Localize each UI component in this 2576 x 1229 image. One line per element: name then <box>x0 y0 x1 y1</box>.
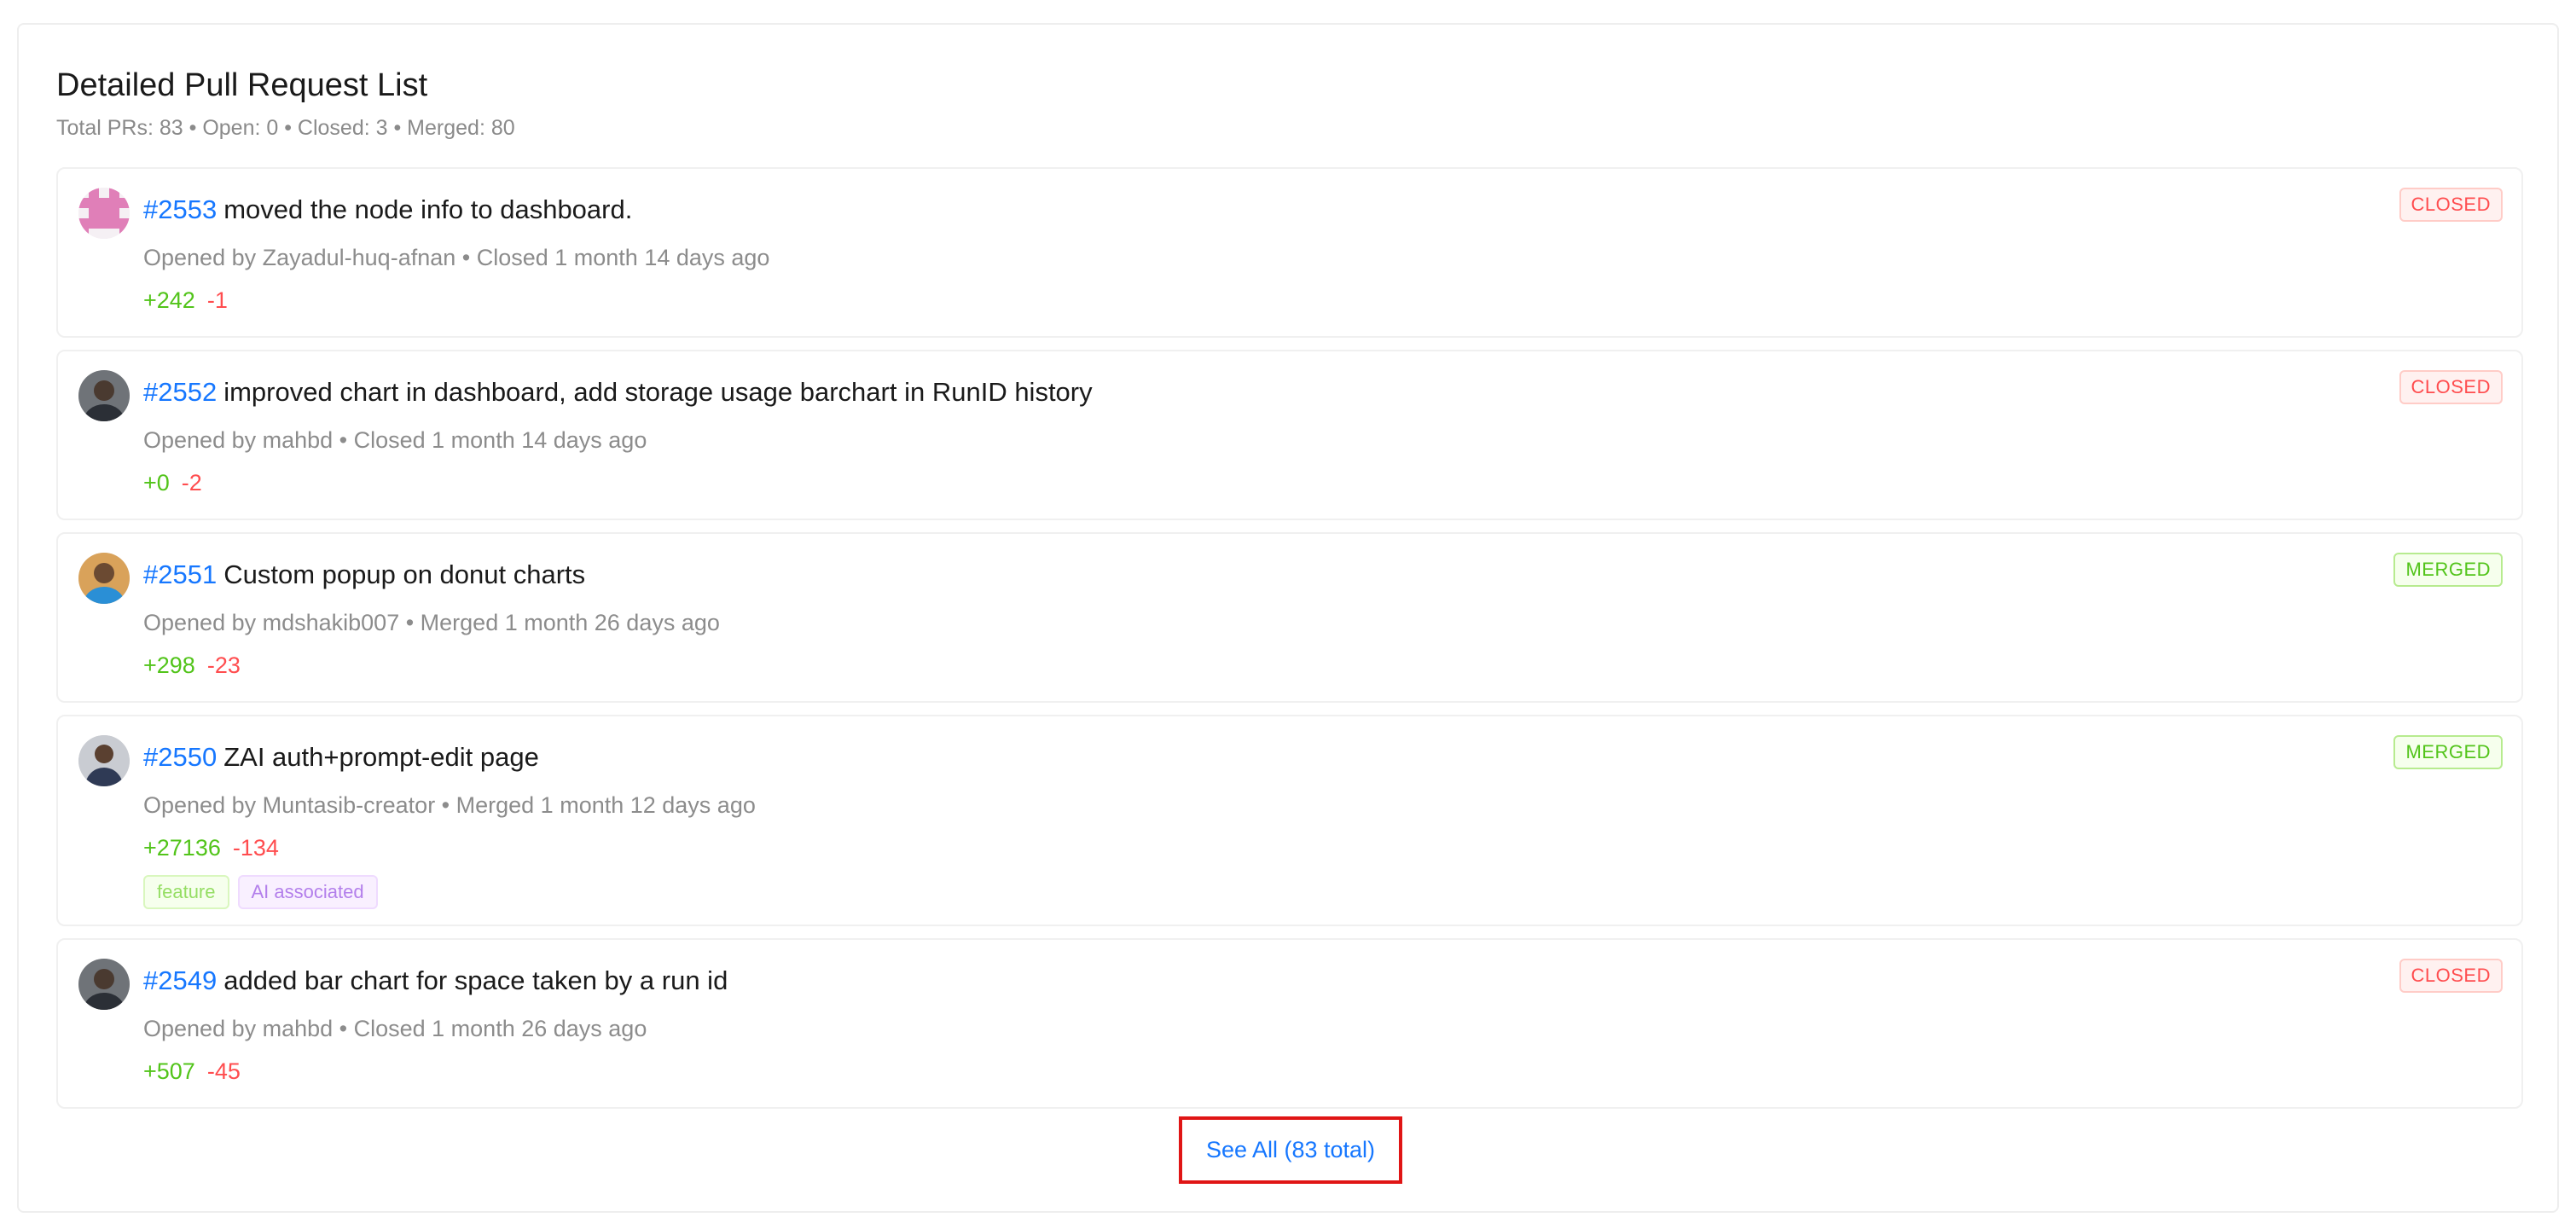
tag-ai-associated[interactable]: AI associated <box>237 875 378 909</box>
user-photo-icon <box>78 553 130 604</box>
pr-summary: Total PRs: 83 • Open: 0 • Closed: 3 • Me… <box>56 116 515 140</box>
pr-heading: #2552 improved chart in dashboard, add st… <box>143 374 1093 411</box>
user-photo-icon <box>78 735 130 786</box>
pr-card: #2551 Custom popup on donut charts Opened… <box>56 532 2523 703</box>
user-photo-icon <box>78 370 130 421</box>
avatar <box>78 735 130 786</box>
see-all-button[interactable]: See All (83 total) <box>1179 1116 1402 1184</box>
pr-tags: feature AI associated <box>143 875 378 909</box>
pr-heading: #2549 added bar chart for space taken by … <box>143 962 728 1000</box>
pr-meta: Opened by mahbd • Closed 1 month 26 days… <box>143 1016 647 1041</box>
avatar <box>78 188 130 239</box>
pr-title-link[interactable]: Custom popup on donut charts <box>223 559 585 589</box>
avatar <box>78 959 130 1010</box>
pr-card: #2549 added bar chart for space taken by … <box>56 938 2523 1109</box>
deletions-count: -23 <box>206 652 241 678</box>
page-title: Detailed Pull Request List <box>56 67 428 103</box>
status-badge: CLOSED <box>2399 959 2503 993</box>
pr-number-link[interactable]: #2550 <box>143 742 217 772</box>
pr-number-link[interactable]: #2553 <box>143 194 217 224</box>
additions-count: +27136 <box>143 835 221 861</box>
pr-title-link[interactable]: ZAI auth+prompt-edit page <box>223 742 539 772</box>
pr-number-link[interactable]: #2552 <box>143 377 217 407</box>
pr-card: #2550 ZAI auth+prompt-edit page Opened by… <box>56 715 2523 926</box>
pr-title-link[interactable]: improved chart in dashboard, add storage… <box>223 377 1092 407</box>
pr-meta: Opened by Zayadul-huq-afnan • Closed 1 m… <box>143 245 770 270</box>
avatar <box>78 370 130 421</box>
pr-title-link[interactable]: added bar chart for space taken by a run… <box>223 965 728 995</box>
avatar <box>78 553 130 604</box>
additions-count: +298 <box>143 652 195 678</box>
pr-heading: #2550 ZAI auth+prompt-edit page <box>143 739 539 776</box>
pr-diff-stats: +298 -23 <box>143 650 241 681</box>
pr-meta: Opened by mdshakib007 • Merged 1 month 2… <box>143 610 720 635</box>
pr-heading: #2553 moved the node info to dashboard. <box>143 191 632 229</box>
pr-heading: #2551 Custom popup on donut charts <box>143 556 585 594</box>
deletions-count: -134 <box>232 835 279 861</box>
additions-count: +242 <box>143 287 195 313</box>
deletions-count: -45 <box>206 1058 241 1084</box>
deletions-count: -1 <box>206 287 228 313</box>
status-badge: MERGED <box>2393 553 2503 587</box>
pr-diff-stats: +242 -1 <box>143 285 228 316</box>
pr-number-link[interactable]: #2551 <box>143 559 217 589</box>
pr-diff-stats: +507 -45 <box>143 1056 241 1087</box>
status-badge: CLOSED <box>2399 188 2503 222</box>
pr-card: #2552 improved chart in dashboard, add st… <box>56 350 2523 520</box>
pr-meta: Opened by mahbd • Closed 1 month 14 days… <box>143 427 647 453</box>
user-photo-icon <box>78 959 130 1010</box>
additions-count: +0 <box>143 470 170 496</box>
pr-diff-stats: +27136 -134 <box>143 832 279 863</box>
deletions-count: -2 <box>181 470 202 496</box>
pr-card: #2553 moved the node info to dashboard. O… <box>56 167 2523 338</box>
identicon-icon <box>78 188 130 239</box>
pr-diff-stats: +0 -2 <box>143 467 202 498</box>
tag-feature[interactable]: feature <box>143 875 229 909</box>
status-badge: CLOSED <box>2399 370 2503 404</box>
pr-title-link[interactable]: moved the node info to dashboard. <box>223 194 632 224</box>
additions-count: +507 <box>143 1058 195 1084</box>
pr-meta: Opened by Muntasib-creator • Merged 1 mo… <box>143 792 756 818</box>
status-badge: MERGED <box>2393 735 2503 769</box>
pr-number-link[interactable]: #2549 <box>143 965 217 995</box>
